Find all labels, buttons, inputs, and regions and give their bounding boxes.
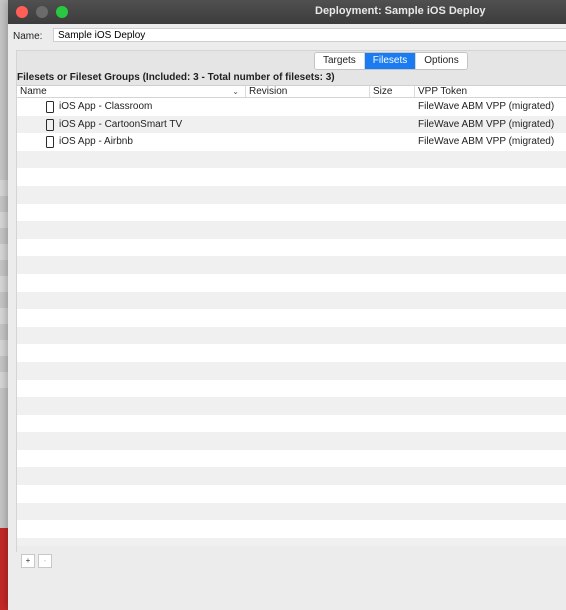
name-input[interactable] [53, 28, 566, 42]
empty-table-row[interactable] [17, 361, 566, 380]
column-header-vpp-token[interactable]: VPP Token [415, 86, 566, 97]
fileset-name: iOS App - Classroom [59, 101, 153, 112]
column-header-size[interactable]: Size [370, 86, 415, 97]
filesets-table: Name ⌄ Revision Size VPP Token iOS App -… [17, 85, 566, 556]
empty-table-row[interactable] [17, 485, 566, 503]
tab-targets[interactable]: Targets [315, 53, 365, 69]
minimize-window-button[interactable] [36, 6, 48, 18]
table-row[interactable]: iOS App - Classroom FileWave ABM VPP (mig… [17, 98, 566, 116]
deployment-window: Deployment: Sample iOS Deploy Name: Targ… [8, 0, 566, 610]
empty-table-row[interactable] [17, 432, 566, 450]
empty-table-row[interactable] [17, 168, 566, 186]
window-footer [8, 576, 566, 610]
fileset-vpp-token: FileWave ABM VPP (migrated) [418, 101, 555, 112]
chevron-down-icon: ⌄ [232, 87, 239, 96]
empty-table-row[interactable] [17, 150, 566, 169]
screen: Deployment: Sample iOS Deploy Name: Targ… [0, 0, 566, 610]
empty-table-row[interactable] [17, 221, 566, 239]
tab-filesets[interactable]: Filesets [364, 53, 417, 69]
table-row[interactable]: iOS App - CartoonSmart TV FileWave ABM VP… [17, 115, 566, 134]
empty-table-row[interactable] [17, 520, 566, 538]
add-fileset-button[interactable]: + [21, 554, 35, 568]
tab-options[interactable]: Options [416, 53, 467, 69]
title-bar[interactable]: Deployment: Sample iOS Deploy [8, 0, 566, 25]
empty-table-row[interactable] [17, 326, 566, 345]
empty-table-row[interactable] [17, 274, 566, 292]
window-title: Deployment: Sample iOS Deploy [315, 5, 486, 17]
fileset-vpp-token: FileWave ABM VPP (migrated) [418, 118, 555, 130]
empty-table-row[interactable] [17, 204, 566, 222]
empty-table-row[interactable] [17, 344, 566, 362]
column-header-name[interactable]: Name ⌄ [17, 86, 246, 97]
fileset-name: iOS App - Airbnb [59, 136, 133, 148]
empty-table-row[interactable] [17, 415, 566, 433]
empty-table-row[interactable] [17, 397, 566, 415]
table-row[interactable]: iOS App - Airbnb FileWave ABM VPP (migrat… [17, 133, 566, 151]
empty-table-row[interactable] [17, 185, 566, 204]
tab-bar: Targets Filesets Options [314, 52, 468, 70]
empty-table-row[interactable] [17, 502, 566, 521]
empty-table-row[interactable] [17, 239, 566, 257]
empty-table-row[interactable] [17, 450, 566, 468]
filesets-heading: Filesets or Fileset Groups (Included: 3 … [17, 72, 335, 83]
maximize-window-button[interactable] [56, 6, 68, 18]
fileset-name: iOS App - CartoonSmart TV [59, 118, 183, 130]
empty-table-row[interactable] [17, 467, 566, 486]
empty-table-row[interactable] [17, 291, 566, 310]
fileset-vpp-token: FileWave ABM VPP (migrated) [418, 136, 555, 148]
column-header-label: Name [20, 86, 47, 97]
empty-table-row[interactable] [17, 309, 566, 327]
bottom-toolbar: + - [17, 546, 566, 576]
name-label: Name: [13, 31, 43, 42]
table-body: iOS App - Classroom FileWave ABM VPP (mig… [17, 98, 566, 556]
column-header-revision[interactable]: Revision [246, 86, 370, 97]
remove-fileset-button[interactable]: - [38, 554, 52, 568]
empty-table-row[interactable] [17, 380, 566, 398]
empty-table-row[interactable] [17, 256, 566, 274]
close-window-button[interactable] [16, 6, 28, 18]
table-header: Name ⌄ Revision Size VPP Token [17, 86, 566, 98]
